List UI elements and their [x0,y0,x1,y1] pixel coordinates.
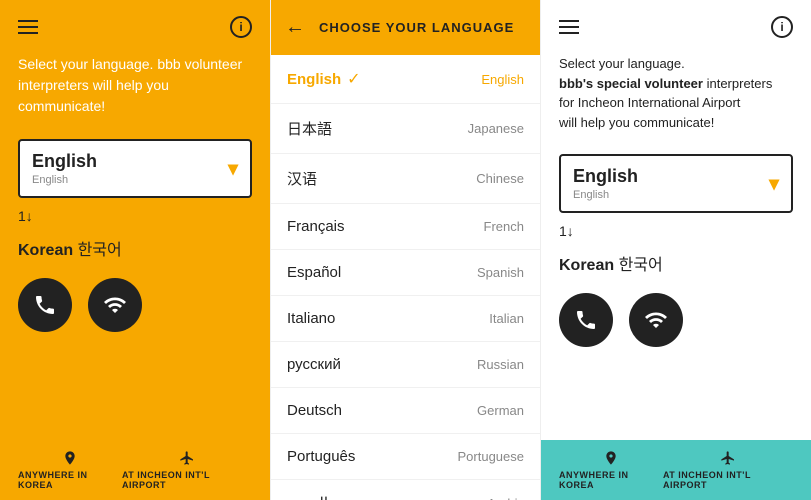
language-list-item[interactable]: Français French [271,204,540,250]
lang-native: Italiano [287,310,335,327]
language-list-item[interactable]: Português Portuguese [271,434,540,480]
left-header: i [0,0,270,54]
lang-left: Português [287,448,355,465]
lang-native: Deutsch [287,402,342,419]
lang-english: Chinese [476,171,524,186]
lang-left: English ✓ [287,69,361,89]
left-panel: i Select your language. bbb volunteer in… [0,0,270,500]
choose-language-title: CHOOSE YOUR LANGUAGE [319,20,514,35]
lang-left: Français [287,218,345,235]
left-language-dropdown[interactable]: English English ▾ [18,139,252,198]
lang-left: Español [287,264,341,281]
plane-icon [177,450,197,466]
sort-icon[interactable]: 1↓ [0,208,270,224]
right-footer-korea: ANYWHERE IN KOREA [559,450,663,490]
middle-header: ← CHOOSE YOUR LANGUAGE [271,0,540,55]
language-list-item[interactable]: 汉语 Chinese [271,154,540,204]
language-list-item[interactable]: Español Spanish [271,250,540,296]
right-selected-language: English [573,166,638,187]
right-footer-airport: AT INCHEON INT'L AIRPORT [663,450,793,490]
language-list-item[interactable]: English ✓ English [271,55,540,104]
wifi-button[interactable] [88,278,142,332]
lang-left: 汉语 [287,168,317,189]
right-footer-korea-label: ANYWHERE IN KOREA [559,470,663,490]
language-list-item[interactable]: 日本語 Japanese [271,104,540,154]
location-icon-right [603,450,619,466]
lang-english: Russian [477,357,524,372]
lang-native: Español [287,264,341,281]
right-sort-icon[interactable]: 1↓ [541,223,811,239]
lang-left: Deutsch [287,402,342,419]
left-selected-language-sub: English [32,174,97,186]
middle-panel: ← CHOOSE YOUR LANGUAGE English ✓ English… [270,0,541,500]
right-footer: ANYWHERE IN KOREA AT INCHEON INT'L AIRPO… [541,440,811,500]
lang-native: 日本語 [287,118,332,139]
lang-english: Japanese [468,121,524,136]
lang-native: Português [287,448,355,465]
info-icon-right[interactable]: i [771,16,793,38]
lang-left: русский [287,356,341,373]
phone-icon [33,293,57,317]
right-panel: i Select your language.bbb's special vol… [541,0,811,500]
lang-english: French [484,219,524,234]
lang-left: Italiano [287,310,335,327]
phone-icon-right [574,308,598,332]
right-footer-airport-label: AT INCHEON INT'L AIRPORT [663,470,793,490]
right-phone-button[interactable] [559,293,613,347]
language-list-item[interactable]: Italiano Italian [271,296,540,342]
lang-english: Spanish [477,265,524,280]
right-target-language: Korean 한국어 [541,245,811,281]
left-footer-airport: AT INCHEON INT'L AIRPORT [122,450,252,490]
right-header: i [541,0,811,54]
language-list: English ✓ English 日本語 Japanese 汉语 Chines… [271,55,540,500]
wifi-icon-right [644,308,668,332]
wifi-icon [103,293,127,317]
back-arrow-icon[interactable]: ← [285,16,305,39]
left-footer: ANYWHERE IN KOREA AT INCHEON INT'L AIRPO… [0,440,270,500]
left-footer-korea-label: ANYWHERE IN KOREA [18,470,122,490]
lang-native: 汉语 [287,168,317,189]
info-icon[interactable]: i [230,16,252,38]
language-list-item[interactable]: Deutsch German [271,388,540,434]
lang-native: русский [287,356,341,373]
right-buttons [541,281,811,359]
left-description-text: Select your language. bbb volunteer inte… [18,54,252,117]
language-list-item[interactable]: العربية Arabic [271,480,540,500]
chevron-down-icon: ▾ [228,156,238,181]
plane-icon-right [718,450,738,466]
left-selected-language: English [32,151,97,172]
right-description: Select your language.bbb's special volun… [541,54,811,144]
lang-english: Arabic [487,496,524,500]
location-icon [62,450,78,466]
left-buttons [0,266,270,344]
hamburger-icon[interactable] [18,20,38,34]
lang-english: Portuguese [458,449,525,464]
lang-native: العربية [287,494,328,500]
phone-button[interactable] [18,278,72,332]
right-wifi-button[interactable] [629,293,683,347]
lang-native: English [287,71,341,88]
right-description-text: Select your language.bbb's special volun… [559,54,793,132]
chevron-down-icon-right: ▾ [769,171,779,196]
lang-english: English [481,72,524,87]
lang-english: German [477,403,524,418]
left-footer-korea: ANYWHERE IN KOREA [18,450,122,490]
left-footer-airport-label: AT INCHEON INT'L AIRPORT [122,470,252,490]
lang-left: 日本語 [287,118,332,139]
right-language-dropdown[interactable]: English English ▾ [559,154,793,213]
check-icon: ✓ [347,69,360,89]
left-target-language: Korean 한국어 [0,230,270,266]
lang-left: العربية [287,494,328,500]
lang-native: Français [287,218,345,235]
lang-english: Italian [489,311,524,326]
left-description: Select your language. bbb volunteer inte… [0,54,270,129]
hamburger-icon-right[interactable] [559,20,579,34]
language-list-item[interactable]: русский Russian [271,342,540,388]
right-selected-language-sub: English [573,189,638,201]
